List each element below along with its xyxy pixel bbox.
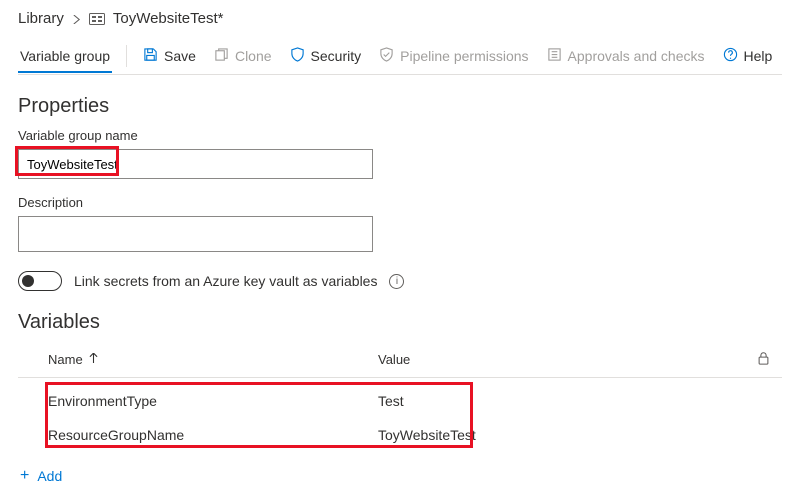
variables-table: Name Value EnvironmentType Test Resource… bbox=[18, 344, 782, 452]
approvals-label: Approvals and checks bbox=[568, 48, 705, 64]
security-label: Security bbox=[311, 48, 362, 64]
save-label: Save bbox=[164, 48, 196, 64]
variables-header-row: Name Value bbox=[18, 344, 782, 378]
security-button[interactable]: Security bbox=[288, 43, 364, 69]
pipeline-permissions-label: Pipeline permissions bbox=[400, 48, 528, 64]
variable-name-cell: ResourceGroupName bbox=[48, 427, 378, 443]
checklist-icon bbox=[547, 47, 562, 65]
save-button[interactable]: Save bbox=[141, 43, 198, 69]
sort-asc-icon bbox=[89, 352, 98, 367]
clone-icon bbox=[214, 47, 229, 65]
column-name-label: Name bbox=[48, 352, 83, 367]
help-icon bbox=[723, 47, 738, 65]
clone-button: Clone bbox=[212, 43, 274, 69]
description-label: Description bbox=[18, 195, 782, 210]
table-row[interactable]: ResourceGroupName ToyWebsiteTest bbox=[18, 418, 782, 452]
variable-value-cell: ToyWebsiteTest bbox=[378, 427, 782, 443]
tab-variable-group[interactable]: Variable group bbox=[18, 40, 112, 72]
info-icon[interactable]: i bbox=[389, 274, 404, 289]
description-input[interactable] bbox=[18, 216, 373, 252]
column-name-header[interactable]: Name bbox=[48, 352, 378, 367]
variables-heading: Variables bbox=[18, 311, 782, 334]
clone-label: Clone bbox=[235, 48, 272, 64]
chevron-right-icon bbox=[72, 11, 81, 27]
variable-group-icon bbox=[89, 11, 105, 27]
breadcrumb-library-link[interactable]: Library bbox=[18, 10, 64, 27]
shield-icon bbox=[290, 47, 305, 65]
key-vault-toggle-label: Link secrets from an Azure key vault as … bbox=[74, 273, 377, 289]
variable-group-name-label: Variable group name bbox=[18, 128, 782, 143]
column-value-header[interactable]: Value bbox=[378, 352, 782, 367]
variable-group-name-input[interactable] bbox=[18, 149, 373, 179]
approvals-button: Approvals and checks bbox=[545, 43, 707, 69]
breadcrumb: Library ToyWebsiteTest* bbox=[18, 10, 782, 27]
add-variable-button[interactable]: + Add bbox=[20, 468, 782, 484]
permission-icon bbox=[379, 47, 394, 65]
save-icon bbox=[143, 47, 158, 65]
lock-icon bbox=[757, 351, 770, 368]
help-label: Help bbox=[744, 48, 773, 64]
help-button[interactable]: Help bbox=[721, 43, 775, 69]
variable-name-cell: EnvironmentType bbox=[48, 393, 378, 409]
toolbar: Variable group Save Clone Security Pipel… bbox=[18, 37, 782, 75]
breadcrumb-title: ToyWebsiteTest* bbox=[113, 10, 224, 27]
toolbar-divider bbox=[126, 45, 127, 67]
add-label: Add bbox=[37, 468, 62, 484]
table-row[interactable]: EnvironmentType Test bbox=[18, 384, 782, 418]
variable-value-cell: Test bbox=[378, 393, 782, 409]
key-vault-toggle[interactable] bbox=[18, 271, 62, 291]
pipeline-permissions-button: Pipeline permissions bbox=[377, 43, 530, 69]
properties-heading: Properties bbox=[18, 95, 782, 118]
plus-icon: + bbox=[20, 468, 29, 484]
